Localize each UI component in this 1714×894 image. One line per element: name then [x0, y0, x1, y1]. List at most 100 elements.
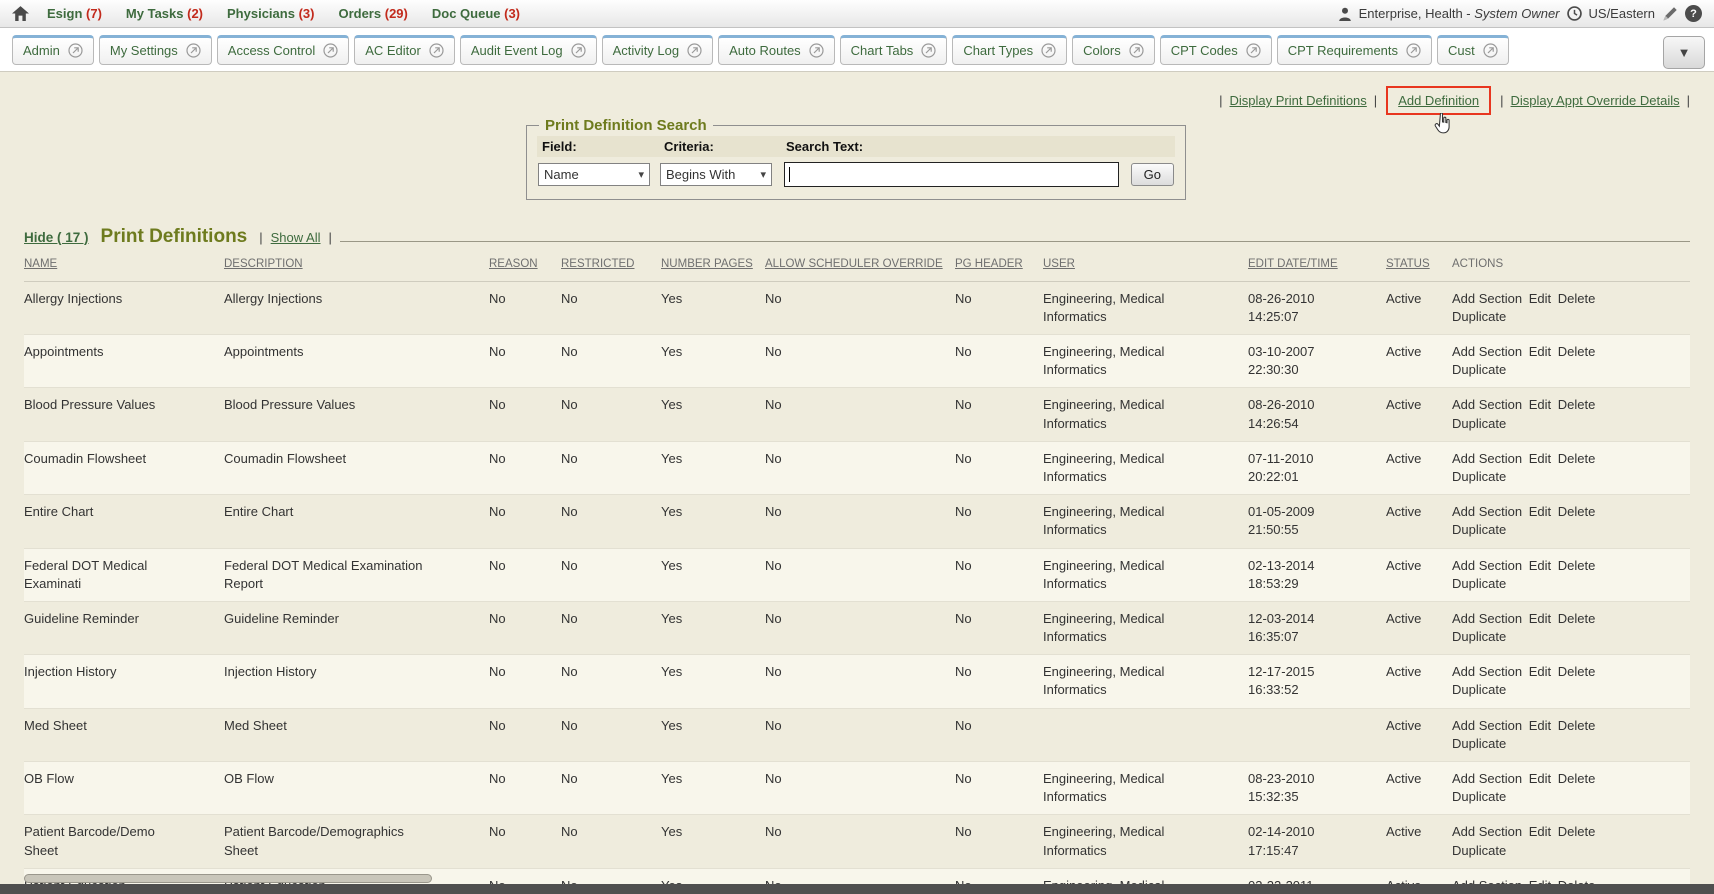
- popout-icon[interactable]: [1483, 43, 1498, 58]
- criteria-select[interactable]: Begins With ▾: [660, 163, 772, 186]
- action-edit[interactable]: Edit: [1529, 718, 1551, 733]
- action-edit[interactable]: Edit: [1529, 664, 1551, 679]
- tab-auto-routes[interactable]: Auto Routes: [718, 35, 835, 65]
- column-header-name[interactable]: NAME: [24, 250, 224, 281]
- column-header-number-pages[interactable]: NUMBER PAGES: [661, 250, 765, 281]
- home-button[interactable]: [12, 6, 29, 21]
- column-header-restricted[interactable]: RESTRICTED: [561, 250, 661, 281]
- action-delete[interactable]: Delete: [1558, 824, 1596, 839]
- action-duplicate[interactable]: Duplicate: [1452, 522, 1506, 537]
- tab-cust[interactable]: Cust: [1437, 35, 1509, 65]
- add-definition-link[interactable]: Add Definition: [1398, 93, 1479, 108]
- search-text-input[interactable]: [784, 162, 1119, 187]
- action-add-section[interactable]: Add Section: [1452, 397, 1522, 412]
- action-add-section[interactable]: Add Section: [1452, 664, 1522, 679]
- column-sort-link[interactable]: NUMBER PAGES: [661, 258, 753, 270]
- action-add-section[interactable]: Add Section: [1452, 718, 1522, 733]
- action-add-section[interactable]: Add Section: [1452, 504, 1522, 519]
- action-duplicate[interactable]: Duplicate: [1452, 416, 1506, 431]
- horizontal-scrollbar-thumb[interactable]: [24, 874, 432, 883]
- column-sort-link[interactable]: USER: [1043, 258, 1075, 270]
- tab-my-settings[interactable]: My Settings: [99, 35, 212, 65]
- column-header-allow-scheduler-override[interactable]: ALLOW SCHEDULER OVERRIDE: [765, 250, 955, 281]
- action-delete[interactable]: Delete: [1558, 344, 1596, 359]
- column-sort-link[interactable]: STATUS: [1386, 258, 1430, 270]
- action-add-section[interactable]: Add Section: [1452, 344, 1522, 359]
- popout-icon[interactable]: [1406, 43, 1421, 58]
- column-sort-link[interactable]: DESCRIPTION: [224, 258, 303, 270]
- tab-chart-types[interactable]: Chart Types: [952, 35, 1067, 65]
- action-duplicate[interactable]: Duplicate: [1452, 682, 1506, 697]
- action-edit[interactable]: Edit: [1529, 397, 1551, 412]
- tab-cpt-requirements[interactable]: CPT Requirements: [1277, 35, 1432, 65]
- action-edit[interactable]: Edit: [1529, 771, 1551, 786]
- display-appt-override-details-link[interactable]: Display Appt Override Details: [1511, 93, 1680, 108]
- help-icon[interactable]: ?: [1685, 5, 1702, 22]
- wand-icon[interactable]: [1662, 6, 1678, 22]
- menu-my-tasks[interactable]: My Tasks (2): [126, 6, 203, 21]
- action-duplicate[interactable]: Duplicate: [1452, 843, 1506, 858]
- action-delete[interactable]: Delete: [1558, 771, 1596, 786]
- action-add-section[interactable]: Add Section: [1452, 558, 1522, 573]
- popout-icon[interactable]: [186, 43, 201, 58]
- menu-orders[interactable]: Orders (29): [338, 6, 407, 21]
- action-duplicate[interactable]: Duplicate: [1452, 736, 1506, 751]
- popout-icon[interactable]: [1041, 43, 1056, 58]
- column-sort-link[interactable]: EDIT DATE/TIME: [1248, 258, 1338, 270]
- action-delete[interactable]: Delete: [1558, 664, 1596, 679]
- action-add-section[interactable]: Add Section: [1452, 451, 1522, 466]
- action-duplicate[interactable]: Duplicate: [1452, 789, 1506, 804]
- action-delete[interactable]: Delete: [1558, 558, 1596, 573]
- field-select[interactable]: Name ▾: [538, 163, 650, 186]
- tab-activity-log[interactable]: Activity Log: [602, 35, 713, 65]
- column-header-description[interactable]: DESCRIPTION: [224, 250, 489, 281]
- action-delete[interactable]: Delete: [1558, 611, 1596, 626]
- popout-icon[interactable]: [429, 43, 444, 58]
- action-delete[interactable]: Delete: [1558, 451, 1596, 466]
- column-header-reason[interactable]: REASON: [489, 250, 561, 281]
- action-delete[interactable]: Delete: [1558, 397, 1596, 412]
- action-edit[interactable]: Edit: [1529, 611, 1551, 626]
- action-edit[interactable]: Edit: [1529, 344, 1551, 359]
- action-add-section[interactable]: Add Section: [1452, 291, 1522, 306]
- tab-admin[interactable]: Admin: [12, 35, 94, 65]
- column-header-status[interactable]: STATUS: [1386, 250, 1452, 281]
- column-sort-link[interactable]: REASON: [489, 258, 538, 270]
- action-duplicate[interactable]: Duplicate: [1452, 309, 1506, 324]
- tab-ac-editor[interactable]: AC Editor: [354, 35, 455, 65]
- tab-cpt-codes[interactable]: CPT Codes: [1160, 35, 1272, 65]
- display-print-definitions-link[interactable]: Display Print Definitions: [1230, 93, 1367, 108]
- popout-icon[interactable]: [809, 43, 824, 58]
- popout-icon[interactable]: [571, 43, 586, 58]
- tab-audit-event-log[interactable]: Audit Event Log: [460, 35, 597, 65]
- action-duplicate[interactable]: Duplicate: [1452, 629, 1506, 644]
- column-sort-link[interactable]: ALLOW SCHEDULER OVERRIDE: [765, 258, 943, 270]
- tab-colors[interactable]: Colors: [1072, 35, 1155, 65]
- column-sort-link[interactable]: NAME: [24, 258, 57, 270]
- menu-physicians[interactable]: Physicians (3): [227, 6, 314, 21]
- column-header-user[interactable]: USER: [1043, 250, 1248, 281]
- action-edit[interactable]: Edit: [1529, 558, 1551, 573]
- tab-chart-tabs[interactable]: Chart Tabs: [840, 35, 948, 65]
- action-delete[interactable]: Delete: [1558, 718, 1596, 733]
- column-sort-link[interactable]: PG HEADER: [955, 258, 1023, 270]
- menu-esign[interactable]: Esign (7): [47, 6, 102, 21]
- hide-link[interactable]: Hide ( 17 ): [24, 230, 89, 245]
- action-add-section[interactable]: Add Section: [1452, 824, 1522, 839]
- column-header-pg-header[interactable]: PG HEADER: [955, 250, 1043, 281]
- action-delete[interactable]: Delete: [1558, 291, 1596, 306]
- column-header-edit-date-time[interactable]: EDIT DATE/TIME: [1248, 250, 1386, 281]
- action-delete[interactable]: Delete: [1558, 504, 1596, 519]
- action-duplicate[interactable]: Duplicate: [1452, 576, 1506, 591]
- action-add-section[interactable]: Add Section: [1452, 611, 1522, 626]
- go-button[interactable]: Go: [1131, 163, 1174, 186]
- show-all-link[interactable]: Show All: [271, 230, 321, 245]
- popout-icon[interactable]: [687, 43, 702, 58]
- popout-icon[interactable]: [1246, 43, 1261, 58]
- action-duplicate[interactable]: Duplicate: [1452, 469, 1506, 484]
- menu-doc-queue[interactable]: Doc Queue (3): [432, 6, 520, 21]
- tab-overflow-button[interactable]: ▼: [1663, 36, 1705, 69]
- action-edit[interactable]: Edit: [1529, 824, 1551, 839]
- action-edit[interactable]: Edit: [1529, 291, 1551, 306]
- tab-access-control[interactable]: Access Control: [217, 35, 349, 65]
